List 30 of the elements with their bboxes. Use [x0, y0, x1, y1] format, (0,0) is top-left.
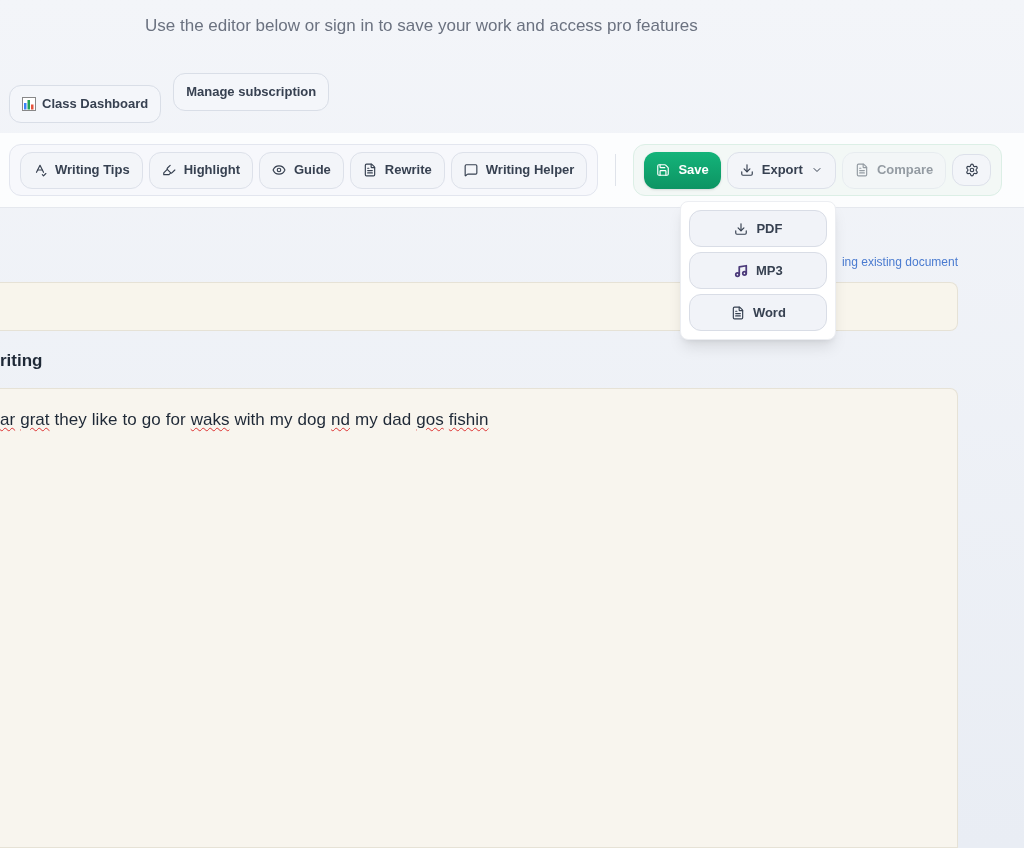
editor-area[interactable]: ar grat they like to go for waks with my dog nd my dad gos fishin [0, 388, 958, 848]
highlighter-icon [161, 163, 176, 178]
editor-text: ar grat they like to go for waks with my dog nd my dad gos fishin [0, 409, 490, 431]
export-button[interactable]: Export [726, 151, 836, 189]
document-link[interactable]: ing existing document [841, 253, 958, 271]
music-note-icon [734, 263, 748, 278]
tool-button[interactable]: Guide [258, 151, 344, 189]
subtitle: Use the editor below or sign in to save your work and access pro features [145, 15, 699, 37]
export-option[interactable]: PDF [689, 210, 828, 248]
settings-button[interactable] [952, 154, 992, 187]
document-icon [854, 163, 869, 178]
document-icon [730, 305, 745, 320]
dashboard-button[interactable]: Class Dashboard [9, 84, 162, 123]
download-icon [734, 221, 749, 236]
eye-icon [271, 163, 286, 178]
export-option[interactable]: Word [689, 294, 828, 332]
document-icon [362, 163, 377, 178]
tool-button[interactable]: Writing Helper [450, 151, 588, 189]
download-icon [739, 163, 754, 178]
bar-chart-icon [22, 96, 36, 111]
subscription-button[interactable]: Manage subscription [173, 72, 330, 111]
export-option[interactable]: MP3 [689, 252, 828, 290]
message-icon [463, 163, 478, 178]
section-title: riting [0, 350, 44, 372]
spell-check-icon [33, 163, 47, 178]
tool-button[interactable]: Highlight [148, 151, 253, 189]
tool-button[interactable]: Writing Tips [20, 151, 143, 189]
settings-icon [964, 163, 979, 178]
tool-button[interactable]: Rewrite [349, 151, 445, 189]
save-icon [656, 163, 671, 178]
